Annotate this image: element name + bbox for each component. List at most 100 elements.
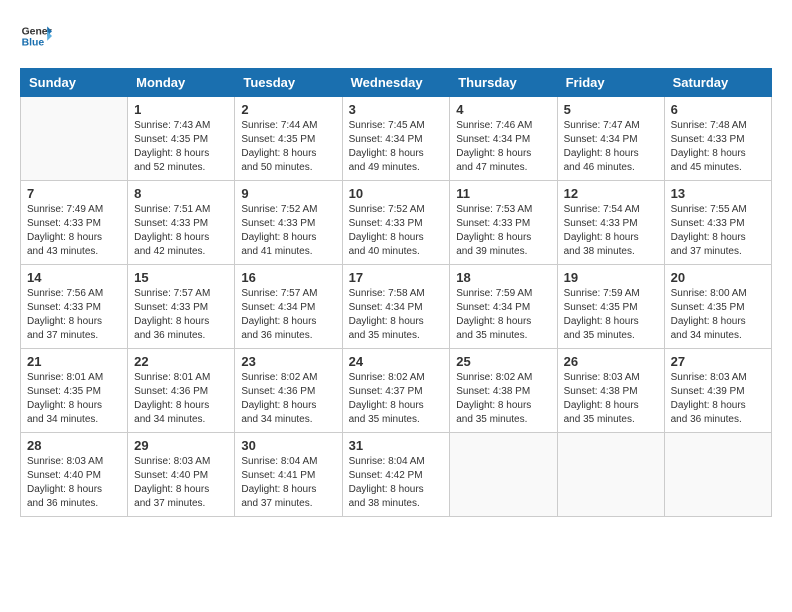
day-info: Sunrise: 8:02 AM Sunset: 4:37 PM Dayligh… <box>349 371 444 427</box>
calendar-cell: 2 Sunrise: 7:44 AM Sunset: 4:35 PM Daylig… <box>235 97 342 181</box>
calendar-cell: 1 Sunrise: 7:43 AM Sunset: 4:35 PM Daylig… <box>128 97 235 181</box>
calendar-week-row-3: 14 Sunrise: 7:56 AM Sunset: 4:33 PM Dayli… <box>21 265 772 349</box>
calendar-cell: 3 Sunrise: 7:45 AM Sunset: 4:34 PM Daylig… <box>342 97 450 181</box>
day-info: Sunrise: 8:03 AM Sunset: 4:39 PM Dayligh… <box>671 371 765 427</box>
day-info: Sunrise: 8:04 AM Sunset: 4:41 PM Dayligh… <box>241 455 335 511</box>
day-number: 19 <box>564 270 658 285</box>
day-number: 23 <box>241 354 335 369</box>
day-info: Sunrise: 7:49 AM Sunset: 4:33 PM Dayligh… <box>27 203 121 259</box>
calendar-cell: 14 Sunrise: 7:56 AM Sunset: 4:33 PM Dayli… <box>21 265 128 349</box>
day-number: 6 <box>671 102 765 117</box>
day-info: Sunrise: 8:02 AM Sunset: 4:38 PM Dayligh… <box>456 371 550 427</box>
day-number: 27 <box>671 354 765 369</box>
day-number: 17 <box>349 270 444 285</box>
calendar-cell: 22 Sunrise: 8:01 AM Sunset: 4:36 PM Dayli… <box>128 349 235 433</box>
day-number: 4 <box>456 102 550 117</box>
day-number: 18 <box>456 270 550 285</box>
day-info: Sunrise: 7:45 AM Sunset: 4:34 PM Dayligh… <box>349 119 444 175</box>
day-number: 2 <box>241 102 335 117</box>
day-info: Sunrise: 7:55 AM Sunset: 4:33 PM Dayligh… <box>671 203 765 259</box>
weekday-header-saturday: Saturday <box>664 69 771 97</box>
weekday-header-friday: Friday <box>557 69 664 97</box>
day-number: 28 <box>27 438 121 453</box>
day-number: 5 <box>564 102 658 117</box>
weekday-header-thursday: Thursday <box>450 69 557 97</box>
day-info: Sunrise: 7:57 AM Sunset: 4:33 PM Dayligh… <box>134 287 228 343</box>
day-info: Sunrise: 7:54 AM Sunset: 4:33 PM Dayligh… <box>564 203 658 259</box>
day-info: Sunrise: 8:04 AM Sunset: 4:42 PM Dayligh… <box>349 455 444 511</box>
calendar-cell: 8 Sunrise: 7:51 AM Sunset: 4:33 PM Daylig… <box>128 181 235 265</box>
day-info: Sunrise: 8:03 AM Sunset: 4:38 PM Dayligh… <box>564 371 658 427</box>
day-number: 20 <box>671 270 765 285</box>
day-number: 8 <box>134 186 228 201</box>
calendar-cell: 27 Sunrise: 8:03 AM Sunset: 4:39 PM Dayli… <box>664 349 771 433</box>
weekday-header-monday: Monday <box>128 69 235 97</box>
calendar-cell: 6 Sunrise: 7:48 AM Sunset: 4:33 PM Daylig… <box>664 97 771 181</box>
day-info: Sunrise: 7:59 AM Sunset: 4:34 PM Dayligh… <box>456 287 550 343</box>
calendar-cell <box>557 433 664 517</box>
day-number: 14 <box>27 270 121 285</box>
calendar-week-row-5: 28 Sunrise: 8:03 AM Sunset: 4:40 PM Dayli… <box>21 433 772 517</box>
svg-text:Blue: Blue <box>22 38 45 49</box>
day-number: 13 <box>671 186 765 201</box>
calendar-week-row-1: 1 Sunrise: 7:43 AM Sunset: 4:35 PM Daylig… <box>21 97 772 181</box>
day-number: 22 <box>134 354 228 369</box>
calendar-cell: 24 Sunrise: 8:02 AM Sunset: 4:37 PM Dayli… <box>342 349 450 433</box>
day-number: 12 <box>564 186 658 201</box>
calendar-cell: 5 Sunrise: 7:47 AM Sunset: 4:34 PM Daylig… <box>557 97 664 181</box>
day-info: Sunrise: 7:56 AM Sunset: 4:33 PM Dayligh… <box>27 287 121 343</box>
day-info: Sunrise: 7:51 AM Sunset: 4:33 PM Dayligh… <box>134 203 228 259</box>
calendar-week-row-2: 7 Sunrise: 7:49 AM Sunset: 4:33 PM Daylig… <box>21 181 772 265</box>
day-number: 24 <box>349 354 444 369</box>
day-info: Sunrise: 7:52 AM Sunset: 4:33 PM Dayligh… <box>241 203 335 259</box>
day-number: 31 <box>349 438 444 453</box>
calendar-cell: 4 Sunrise: 7:46 AM Sunset: 4:34 PM Daylig… <box>450 97 557 181</box>
day-info: Sunrise: 7:46 AM Sunset: 4:34 PM Dayligh… <box>456 119 550 175</box>
day-number: 26 <box>564 354 658 369</box>
day-number: 1 <box>134 102 228 117</box>
day-info: Sunrise: 8:03 AM Sunset: 4:40 PM Dayligh… <box>27 455 121 511</box>
calendar-cell: 21Sunrise: 8:01 AM Sunset: 4:35 PM Dayli… <box>21 349 128 433</box>
day-info: Sunrise: 8:01 AM Sunset: 4:36 PM Dayligh… <box>134 371 228 427</box>
day-number: 11 <box>456 186 550 201</box>
header: General Blue <box>20 20 772 52</box>
day-info: Sunrise: 7:52 AM Sunset: 4:33 PM Dayligh… <box>349 203 444 259</box>
calendar-week-row-4: 21Sunrise: 8:01 AM Sunset: 4:35 PM Dayli… <box>21 349 772 433</box>
calendar-cell: 17 Sunrise: 7:58 AM Sunset: 4:34 PM Dayli… <box>342 265 450 349</box>
calendar-cell: 18 Sunrise: 7:59 AM Sunset: 4:34 PM Dayli… <box>450 265 557 349</box>
calendar-cell <box>450 433 557 517</box>
weekday-header-sunday: Sunday <box>21 69 128 97</box>
day-number: 9 <box>241 186 335 201</box>
day-info: Sunrise: 8:00 AM Sunset: 4:35 PM Dayligh… <box>671 287 765 343</box>
calendar-cell: 25 Sunrise: 8:02 AM Sunset: 4:38 PM Dayli… <box>450 349 557 433</box>
day-info: Sunrise: 7:53 AM Sunset: 4:33 PM Dayligh… <box>456 203 550 259</box>
calendar-cell: 26 Sunrise: 8:03 AM Sunset: 4:38 PM Dayli… <box>557 349 664 433</box>
day-number: 10 <box>349 186 444 201</box>
day-info: Sunrise: 7:47 AM Sunset: 4:34 PM Dayligh… <box>564 119 658 175</box>
weekday-header-tuesday: Tuesday <box>235 69 342 97</box>
day-number: 29 <box>134 438 228 453</box>
calendar-cell: 20 Sunrise: 8:00 AM Sunset: 4:35 PM Dayli… <box>664 265 771 349</box>
calendar-cell <box>21 97 128 181</box>
calendar-cell: 30 Sunrise: 8:04 AM Sunset: 4:41 PM Dayli… <box>235 433 342 517</box>
day-info: Sunrise: 8:02 AM Sunset: 4:36 PM Dayligh… <box>241 371 335 427</box>
logo-icon: General Blue <box>20 20 52 52</box>
calendar-cell: 16Sunrise: 7:57 AM Sunset: 4:34 PM Dayli… <box>235 265 342 349</box>
day-info: Sunrise: 8:03 AM Sunset: 4:40 PM Dayligh… <box>134 455 228 511</box>
day-number: 3 <box>349 102 444 117</box>
calendar-cell: 13 Sunrise: 7:55 AM Sunset: 4:33 PM Dayli… <box>664 181 771 265</box>
calendar-cell: 12 Sunrise: 7:54 AM Sunset: 4:33 PM Dayli… <box>557 181 664 265</box>
day-number: 30 <box>241 438 335 453</box>
calendar-cell: 23 Sunrise: 8:02 AM Sunset: 4:36 PM Dayli… <box>235 349 342 433</box>
day-number: 25 <box>456 354 550 369</box>
day-info: Sunrise: 7:59 AM Sunset: 4:35 PM Dayligh… <box>564 287 658 343</box>
day-info: Sunrise: 7:48 AM Sunset: 4:33 PM Dayligh… <box>671 119 765 175</box>
day-info: Sunrise: 7:44 AM Sunset: 4:35 PM Dayligh… <box>241 119 335 175</box>
weekday-header-wednesday: Wednesday <box>342 69 450 97</box>
calendar-cell: 11 Sunrise: 7:53 AM Sunset: 4:33 PM Dayli… <box>450 181 557 265</box>
day-number: 7 <box>27 186 121 201</box>
day-info: Sunrise: 7:58 AM Sunset: 4:34 PM Dayligh… <box>349 287 444 343</box>
day-info: Sunrise: 7:43 AM Sunset: 4:35 PM Dayligh… <box>134 119 228 175</box>
day-number: 15 <box>134 270 228 285</box>
calendar-cell: 9 Sunrise: 7:52 AM Sunset: 4:33 PM Daylig… <box>235 181 342 265</box>
